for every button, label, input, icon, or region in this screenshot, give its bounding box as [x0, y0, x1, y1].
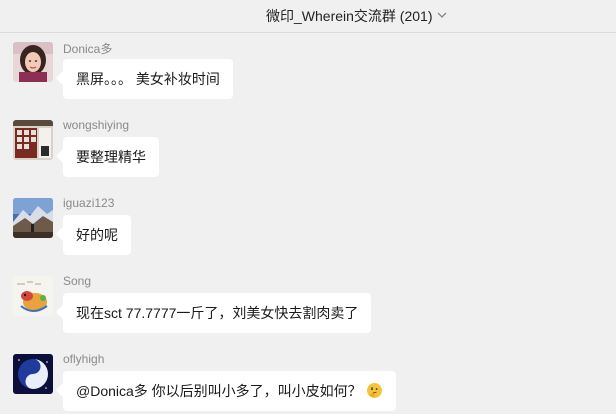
- thinking-face-emoji-icon: [366, 374, 383, 414]
- message-bubble[interactable]: 好的呢: [63, 215, 131, 255]
- woman-photo-avatar[interactable]: [13, 42, 53, 82]
- message-list[interactable]: Donica多 黑屏。。。 美女补妆时间 wongshiying 要整理精华 i…: [0, 33, 616, 411]
- message-bubble[interactable]: 要整理精华: [63, 137, 159, 177]
- group-title-button[interactable]: 微印_Wherein交流群 (201): [266, 6, 447, 26]
- message-bubble[interactable]: 现在sct 77.7777一斤了，刘美女快去割肉卖了: [63, 293, 372, 333]
- chevron-down-icon[interactable]: [437, 6, 447, 22]
- message-bubble[interactable]: 黑屏。。。 美女补妆时间: [63, 59, 233, 99]
- sender-name: wongshiying: [63, 118, 130, 132]
- sender-name: iguazi123: [63, 196, 115, 210]
- mountain-photo-avatar[interactable]: [13, 198, 53, 238]
- message-text: 要整理精华: [76, 149, 146, 165]
- sender-name: Donica多: [63, 42, 113, 56]
- galaxy-avatar[interactable]: [13, 354, 53, 394]
- sender-name: Song: [63, 274, 92, 288]
- shelf-photo-avatar[interactable]: [13, 120, 53, 160]
- message-text: 好的呢: [76, 227, 118, 243]
- message-text: 现在sct 77.7777一斤了，刘美女快去割肉卖了: [76, 305, 359, 321]
- message-bubble[interactable]: @Donica多 你以后别叫小多了，叫小皮如何？: [63, 371, 396, 411]
- message-text: 黑屏。。。 美女补妆时间: [76, 71, 220, 87]
- cartoon-avatar[interactable]: [13, 276, 53, 316]
- chat-header: 微印_Wherein交流群 (201): [0, 0, 616, 33]
- group-title: 微印_Wherein交流群 (201): [266, 8, 433, 24]
- sender-name: oflyhigh: [63, 352, 105, 366]
- message-text: @Donica多 你以后别叫小多了，叫小皮如何？: [76, 383, 362, 399]
